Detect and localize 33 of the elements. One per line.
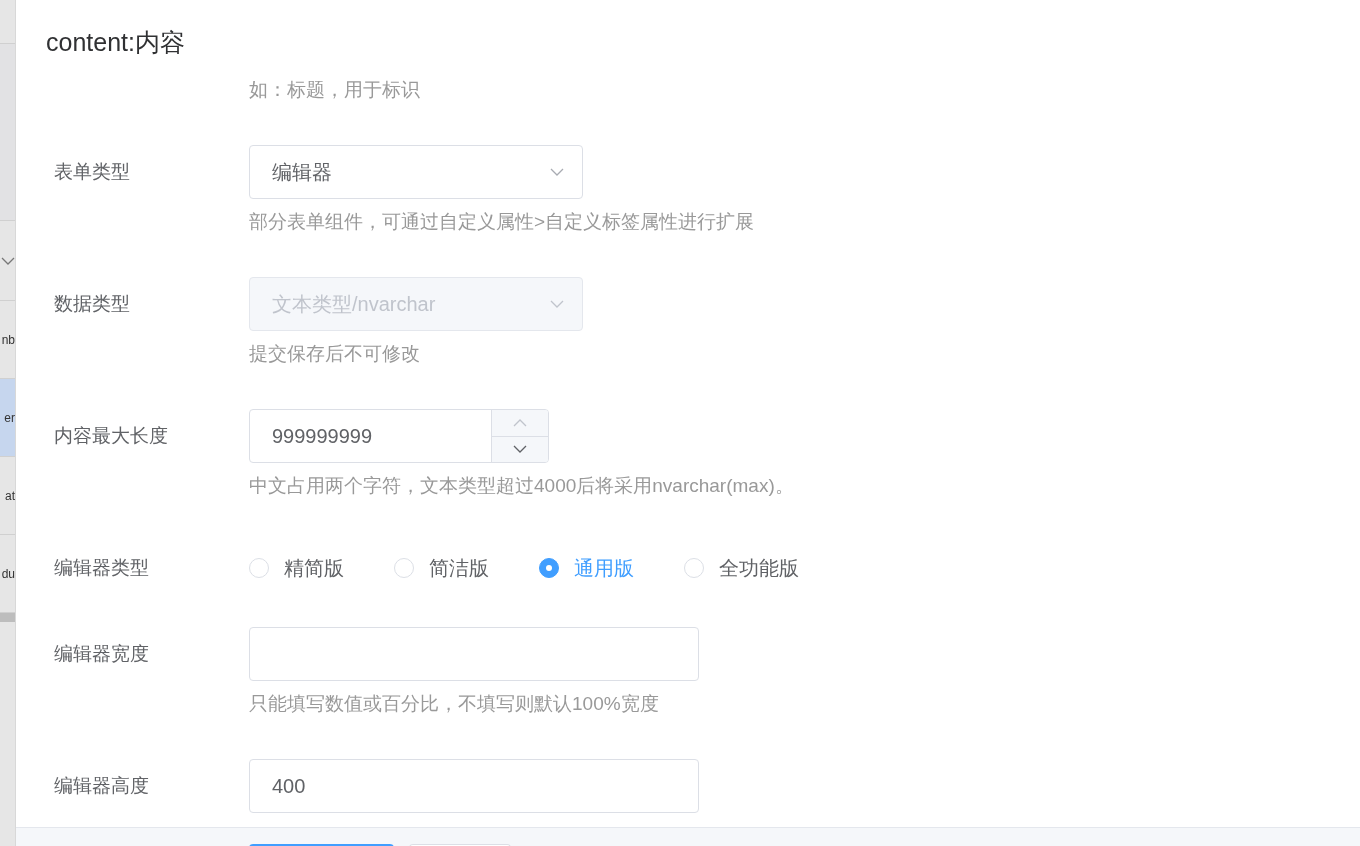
radio-option[interactable]: 全功能版	[684, 554, 799, 582]
field-label: 数据类型	[54, 292, 131, 316]
radio-option[interactable]: 简洁版	[394, 554, 489, 582]
list-item-text[interactable]: du	[1, 566, 15, 581]
hint-text: 只能填写数值或百分比，不填写则默认100%宽度	[249, 692, 660, 716]
list-item-text[interactable]: nb	[1, 332, 15, 347]
number-field[interactable]: 999999999	[249, 409, 549, 463]
decrease-icon	[513, 445, 527, 454]
field-label: 表单类型	[54, 160, 131, 184]
increase-icon	[513, 418, 527, 427]
field-label: 编辑器宽度	[54, 642, 150, 666]
field-label: 编辑器高度	[54, 774, 150, 798]
list-row[interactable]	[0, 44, 15, 221]
input-field[interactable]: 400	[249, 759, 699, 813]
hint-text: 中文占用两个字符，文本类型超过4000后将采用nvarchar(max)。	[249, 474, 795, 498]
hint-text: 部分表单组件，可通过自定义属性>自定义标签属性进行扩展	[249, 210, 756, 234]
chevron-down-icon	[550, 168, 564, 176]
radio-option[interactable]: 精简版	[249, 554, 344, 582]
chevron-down-icon	[1, 256, 15, 265]
chevron-down-icon	[550, 300, 564, 308]
field-label: 内容最大长度	[54, 424, 169, 448]
radio-button[interactable]	[539, 558, 559, 578]
drawer-title: content:内容	[45, 27, 186, 58]
list-item-text[interactable]: at	[5, 488, 15, 503]
hint-text: 提交保存后不可修改	[249, 342, 421, 366]
input-field[interactable]	[249, 627, 699, 681]
list-item-text[interactable]: er	[4, 410, 15, 425]
field-label: 编辑器类型	[54, 556, 150, 580]
scrollbar[interactable]	[0, 613, 15, 622]
select-field[interactable]: 编辑器	[249, 145, 583, 199]
hint-text: 如：标题，用于标识	[249, 78, 421, 102]
list-row[interactable]: er	[0, 379, 15, 457]
list-row[interactable]: at	[0, 457, 15, 535]
